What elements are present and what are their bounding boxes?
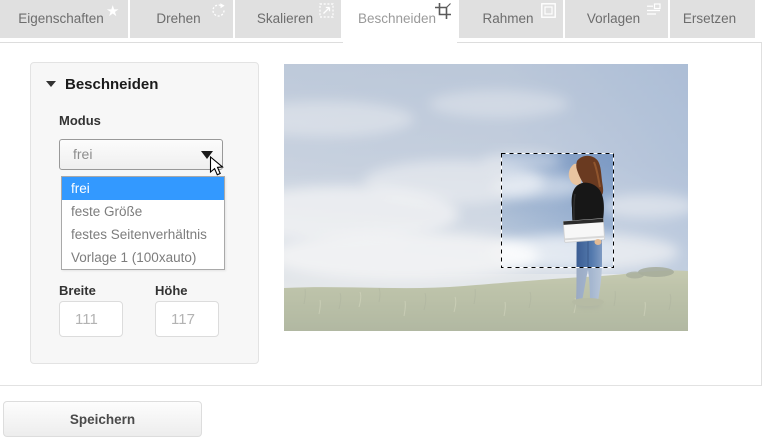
tab-skalieren[interactable]: Skalieren	[235, 0, 341, 38]
tab-eigenschaften[interactable]: Eigenschaften ★	[0, 0, 128, 38]
mode-select-value: frei	[73, 140, 92, 169]
rotate-icon	[211, 3, 226, 18]
panel-title: Beschneiden	[65, 76, 158, 93]
chevron-down-icon	[201, 151, 213, 159]
height-input[interactable]	[155, 301, 219, 337]
width-input[interactable]	[59, 301, 123, 337]
dropdown-option-frei[interactable]: frei	[62, 177, 224, 200]
tab-bar: Eigenschaften ★ Drehen Skalieren Be	[0, 0, 767, 44]
crop-selection[interactable]	[501, 153, 613, 267]
tab-beschneiden[interactable]: Beschneiden	[343, 0, 457, 44]
dropdown-option-festes-seitenverhaeltnis[interactable]: festes Seitenverhältnis	[62, 223, 224, 246]
tab-vorlagen[interactable]: Vorlagen	[565, 0, 668, 38]
mode-select[interactable]: frei	[59, 139, 223, 170]
tab-drehen[interactable]: Drehen	[130, 0, 233, 38]
dropdown-option-vorlage-1[interactable]: Vorlage 1 (100xauto)	[62, 246, 224, 269]
dropdown-option-feste-groesse[interactable]: feste Größe	[62, 200, 224, 223]
mode-dropdown-list: frei feste Größe festes Seitenverhältnis…	[61, 176, 225, 270]
crop-icon	[435, 3, 450, 18]
panel-header[interactable]: Beschneiden	[46, 74, 158, 94]
scale-icon	[319, 3, 334, 18]
collapse-caret-icon	[46, 81, 56, 87]
templates-icon	[646, 3, 661, 18]
height-label: Höhe	[155, 283, 188, 298]
tab-ersetzen[interactable]: Ersetzen	[670, 0, 755, 38]
tab-label: Ersetzen	[670, 0, 755, 38]
mode-label: Modus	[59, 113, 101, 128]
width-label: Breite	[59, 283, 96, 298]
save-button[interactable]: Speichern	[3, 401, 202, 437]
image-editor: Eigenschaften ★ Drehen Skalieren Be	[0, 0, 767, 444]
star-icon: ★	[106, 3, 121, 18]
tab-rahmen[interactable]: Rahmen	[459, 0, 563, 38]
frame-icon	[541, 3, 556, 18]
photo-preview	[284, 64, 688, 331]
